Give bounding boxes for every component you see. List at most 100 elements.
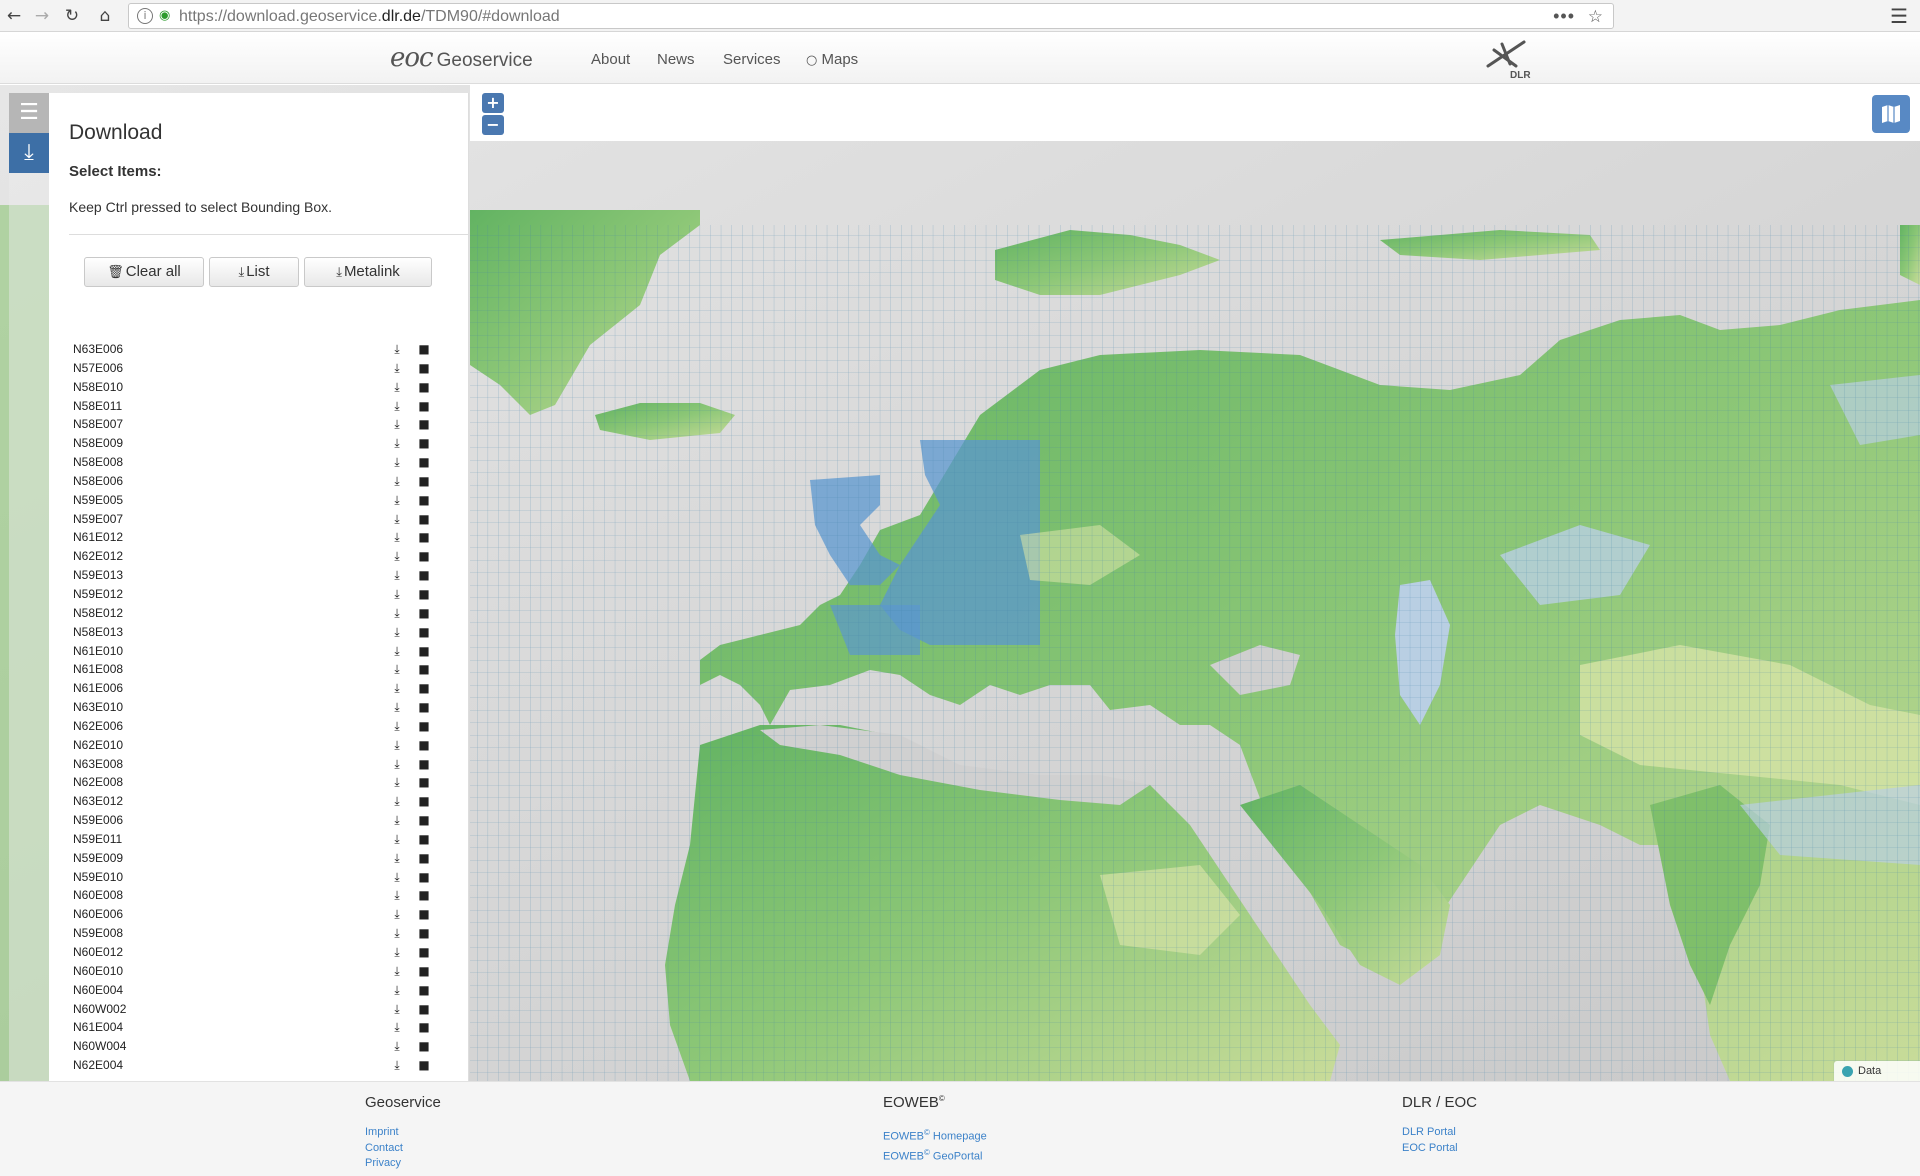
forward-icon[interactable]: → (31, 5, 53, 27)
address-bar[interactable]: i ◉ https://download.geoservice.dlr.de/T… (128, 3, 1614, 29)
download-icon[interactable]: ⤓ (390, 397, 404, 416)
download-icon[interactable]: ⤓ (390, 1037, 404, 1056)
trash-icon[interactable]: ■ (418, 623, 430, 642)
download-icon[interactable]: ⤓ (390, 415, 404, 434)
trash-icon[interactable]: ■ (418, 1018, 430, 1037)
nav-news[interactable]: News (657, 51, 695, 68)
trash-icon[interactable]: ■ (418, 642, 430, 661)
trash-icon[interactable]: ■ (418, 811, 430, 830)
trash-icon[interactable]: ■ (418, 604, 430, 623)
trash-icon[interactable]: ■ (418, 1037, 430, 1056)
download-icon[interactable]: ⤓ (390, 378, 404, 397)
download-icon[interactable]: ⤓ (390, 905, 404, 924)
download-icon[interactable]: ⤓ (390, 566, 404, 585)
trash-icon[interactable]: ■ (418, 547, 430, 566)
trash-icon[interactable]: ■ (418, 472, 430, 491)
download-icon[interactable]: ⤓ (390, 359, 404, 378)
download-icon[interactable]: ⤓ (390, 660, 404, 679)
page-actions-icon[interactable]: ••• (1553, 4, 1575, 28)
trash-icon[interactable]: ■ (418, 491, 430, 510)
download-icon[interactable]: ⤓ (390, 962, 404, 981)
trash-icon[interactable]: ■ (418, 1056, 430, 1075)
download-icon[interactable]: ⤓ (390, 849, 404, 868)
download-icon[interactable]: ⤓ (390, 755, 404, 774)
nav-maps[interactable]: ○ Maps (806, 51, 858, 68)
trash-icon[interactable]: ■ (418, 924, 430, 943)
download-icon[interactable]: ⤓ (390, 434, 404, 453)
trash-icon[interactable]: ■ (418, 510, 430, 529)
trash-icon[interactable]: ■ (418, 886, 430, 905)
info-icon[interactable]: i (137, 8, 153, 24)
download-icon[interactable]: ⤓ (390, 736, 404, 755)
trash-icon[interactable]: ■ (418, 528, 430, 547)
url-text[interactable]: https://download.geoservice.dlr.de/TDM90… (179, 4, 560, 30)
trash-icon[interactable]: ■ (418, 397, 430, 416)
list-button[interactable]: ⤓ List (209, 257, 299, 287)
layer-switcher-button[interactable] (1872, 95, 1910, 133)
sidebar-menu-tab[interactable]: ☰ (9, 93, 49, 133)
trash-icon[interactable]: ■ (418, 849, 430, 868)
download-icon[interactable]: ⤓ (390, 773, 404, 792)
trash-icon[interactable]: ■ (418, 830, 430, 849)
home-icon[interactable]: ⌂ (94, 5, 116, 27)
eoweb-geoportal-link[interactable]: EOWEB© GeoPortal (883, 1145, 987, 1165)
trash-icon[interactable]: ■ (418, 792, 430, 811)
reload-icon[interactable]: ↻ (61, 5, 83, 27)
trash-icon[interactable]: ■ (418, 698, 430, 717)
trash-icon[interactable]: ■ (418, 415, 430, 434)
nav-services[interactable]: Services (723, 51, 781, 68)
trash-icon[interactable]: ■ (418, 359, 430, 378)
trash-icon[interactable]: ■ (418, 1000, 430, 1019)
download-icon[interactable]: ⤓ (390, 717, 404, 736)
trash-icon[interactable]: ■ (418, 981, 430, 1000)
download-icon[interactable]: ⤓ (390, 453, 404, 472)
hamburger-menu-icon[interactable]: ☰ (1890, 4, 1908, 28)
trash-icon[interactable]: ■ (418, 434, 430, 453)
trash-icon[interactable]: ■ (418, 585, 430, 604)
download-icon[interactable]: ⤓ (390, 868, 404, 887)
download-icon[interactable]: ⤓ (390, 1056, 404, 1075)
trash-icon[interactable]: ■ (418, 453, 430, 472)
download-icon[interactable]: ⤓ (390, 510, 404, 529)
trash-icon[interactable]: ■ (418, 905, 430, 924)
download-icon[interactable]: ⤓ (390, 528, 404, 547)
trash-icon[interactable]: ■ (418, 962, 430, 981)
bookmark-star-icon[interactable]: ☆ (1588, 4, 1603, 30)
download-icon[interactable]: ⤓ (390, 604, 404, 623)
eoc-portal-link[interactable]: EOC Portal (1402, 1141, 1477, 1157)
trash-icon[interactable]: ■ (418, 340, 430, 359)
download-icon[interactable]: ⤓ (390, 886, 404, 905)
trash-icon[interactable]: ■ (418, 773, 430, 792)
download-icon[interactable]: ⤓ (390, 830, 404, 849)
download-icon[interactable]: ⤓ (390, 1000, 404, 1019)
download-icon[interactable]: ⤓ (390, 924, 404, 943)
contact-link[interactable]: Contact (365, 1141, 441, 1157)
download-icon[interactable]: ⤓ (390, 792, 404, 811)
trash-icon[interactable]: ■ (418, 378, 430, 397)
clear-all-button[interactable]: 🗑 Clear all (84, 257, 204, 287)
download-icon[interactable]: ⤓ (390, 943, 404, 962)
dlr-portal-link[interactable]: DLR Portal (1402, 1125, 1477, 1141)
download-icon[interactable]: ⤓ (390, 698, 404, 717)
privacy-link[interactable]: Privacy (365, 1156, 441, 1172)
trash-icon[interactable]: ■ (418, 566, 430, 585)
trash-icon[interactable]: ■ (418, 736, 430, 755)
trash-icon[interactable]: ■ (418, 660, 430, 679)
download-icon[interactable]: ⤓ (390, 547, 404, 566)
trash-icon[interactable]: ■ (418, 717, 430, 736)
download-icon[interactable]: ⤓ (390, 472, 404, 491)
trash-icon[interactable]: ■ (418, 868, 430, 887)
download-icon[interactable]: ⤓ (390, 679, 404, 698)
download-icon[interactable]: ⤓ (390, 1018, 404, 1037)
eoweb-homepage-link[interactable]: EOWEB© Homepage (883, 1125, 987, 1145)
back-icon[interactable]: ← (3, 5, 25, 27)
nav-about[interactable]: About (591, 51, 630, 68)
dlr-logo[interactable]: DLR (1480, 36, 1536, 80)
download-icon[interactable]: ⤓ (390, 340, 404, 359)
zoom-out-button[interactable]: − (482, 115, 504, 135)
download-icon[interactable]: ⤓ (390, 491, 404, 510)
imprint-link[interactable]: Imprint (365, 1125, 441, 1141)
trash-icon[interactable]: ■ (418, 943, 430, 962)
trash-icon[interactable]: ■ (418, 679, 430, 698)
metalink-button[interactable]: ⤓ Metalink (304, 257, 432, 287)
